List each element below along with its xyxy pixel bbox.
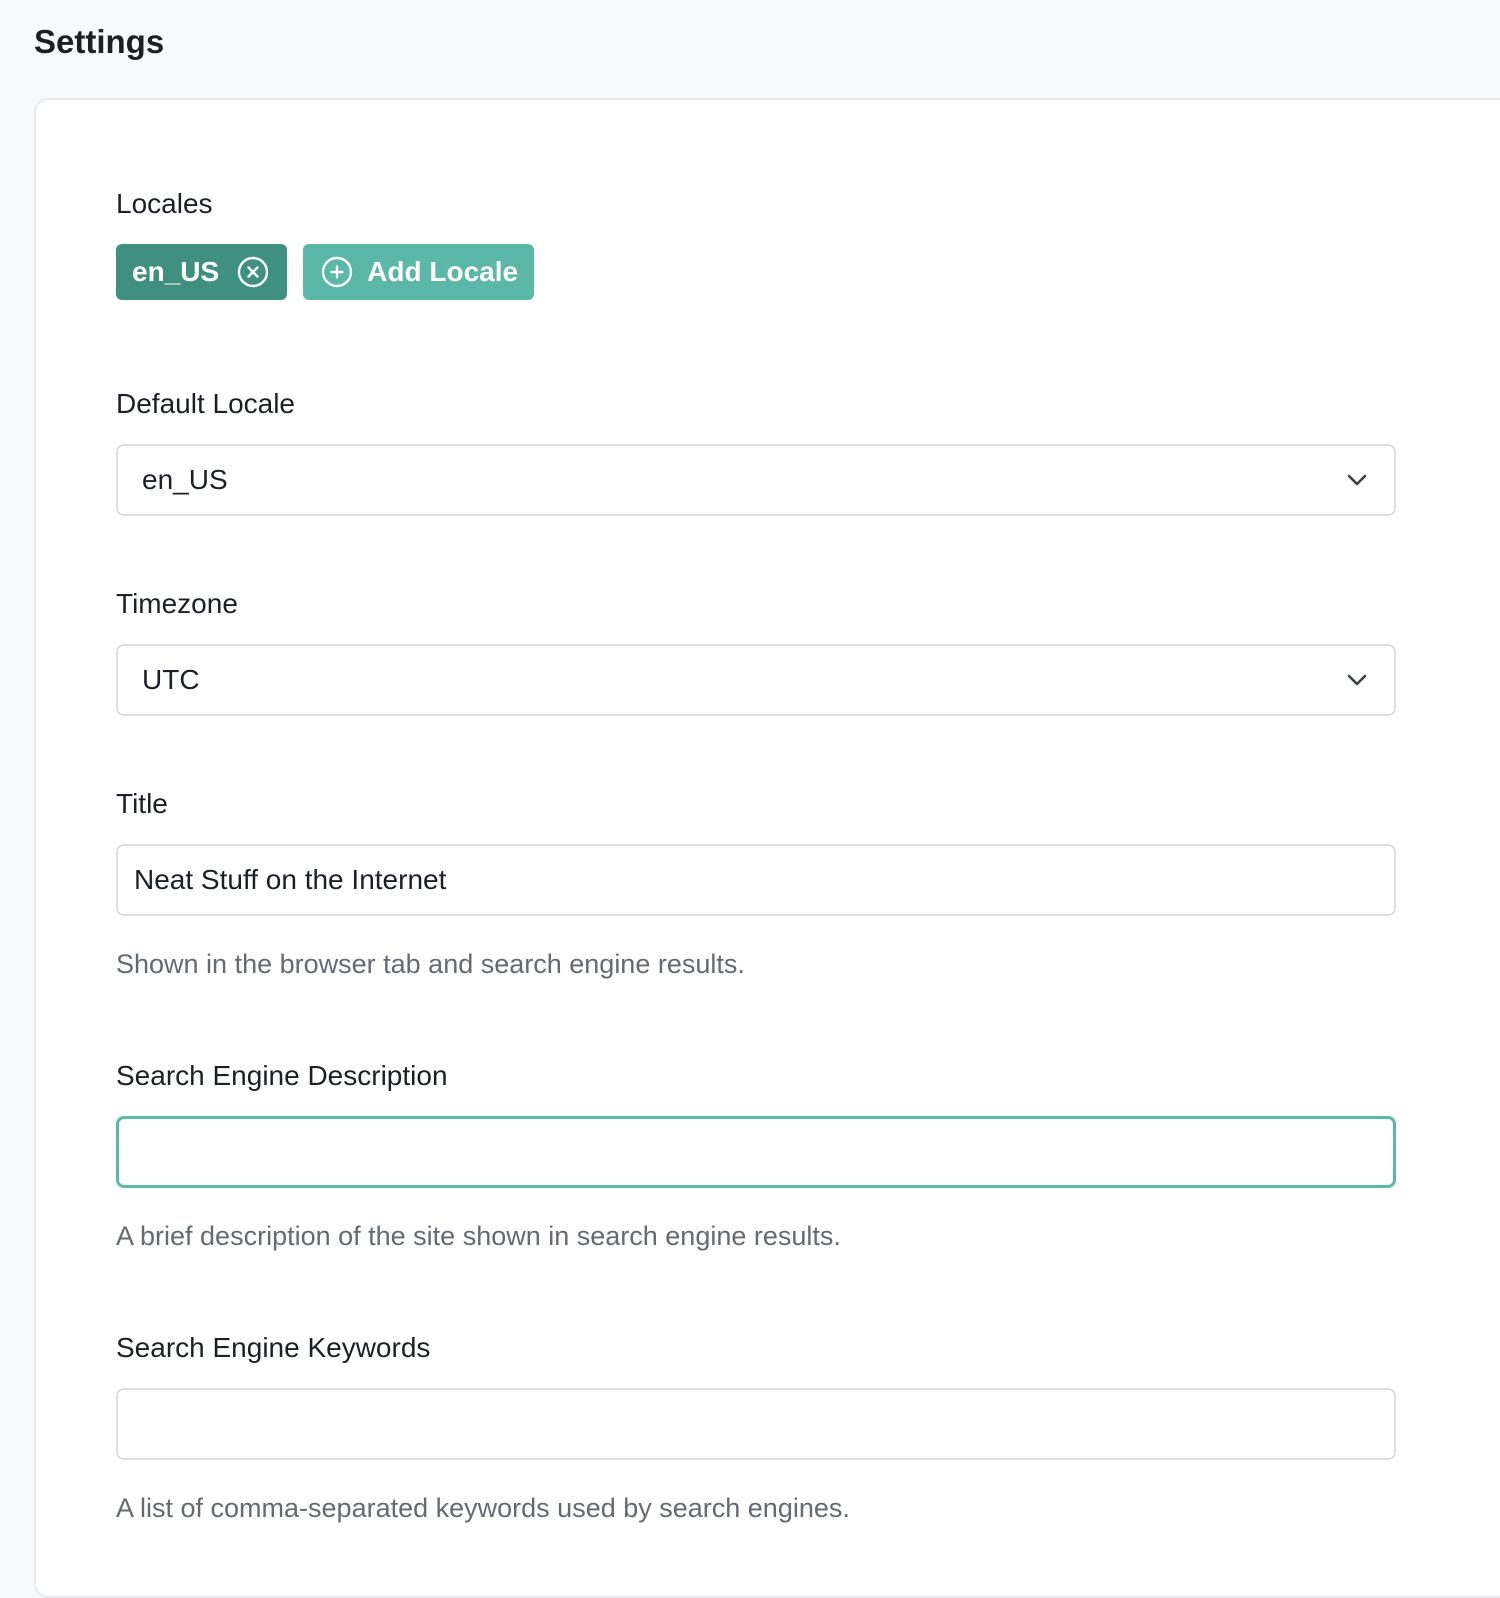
default-locale-select[interactable]: en_US [116, 444, 1396, 516]
timezone-value: UTC [142, 664, 200, 695]
title-input[interactable]: Neat Stuff on the Internet [116, 844, 1396, 916]
title-label: Title [116, 788, 168, 819]
search-description-input[interactable] [116, 1116, 1396, 1188]
locale-chip-label: en_US [132, 256, 220, 287]
search-keywords-input[interactable] [116, 1388, 1396, 1460]
search-keywords-label: Search Engine Keywords [116, 1332, 431, 1363]
chevron-down-icon [1344, 467, 1370, 493]
locales-label: Locales [116, 188, 213, 219]
default-locale-label: Default Locale [116, 388, 296, 419]
chevron-down-icon [1344, 667, 1370, 693]
settings-panel: Locales en_US Add Locale Default Locale … [34, 98, 1500, 1598]
locale-chip-en-us[interactable]: en_US [116, 244, 288, 300]
page-title: Settings [34, 23, 165, 60]
title-hint: Shown in the browser tab and search engi… [116, 949, 745, 979]
default-locale-value: en_US [142, 464, 228, 495]
timezone-label: Timezone [116, 588, 238, 619]
close-circle-icon[interactable] [237, 256, 269, 288]
add-locale-button[interactable]: Add Locale [303, 244, 535, 300]
plus-circle-icon [321, 256, 353, 288]
timezone-select[interactable]: UTC [116, 644, 1396, 716]
add-locale-label: Add Locale [367, 256, 519, 287]
search-keywords-hint: A list of comma-separated keywords used … [116, 1493, 850, 1523]
locales-chip-row: en_US Add Locale [116, 244, 535, 300]
search-description-label: Search Engine Description [116, 1060, 448, 1091]
search-description-hint: A brief description of the site shown in… [116, 1221, 841, 1251]
